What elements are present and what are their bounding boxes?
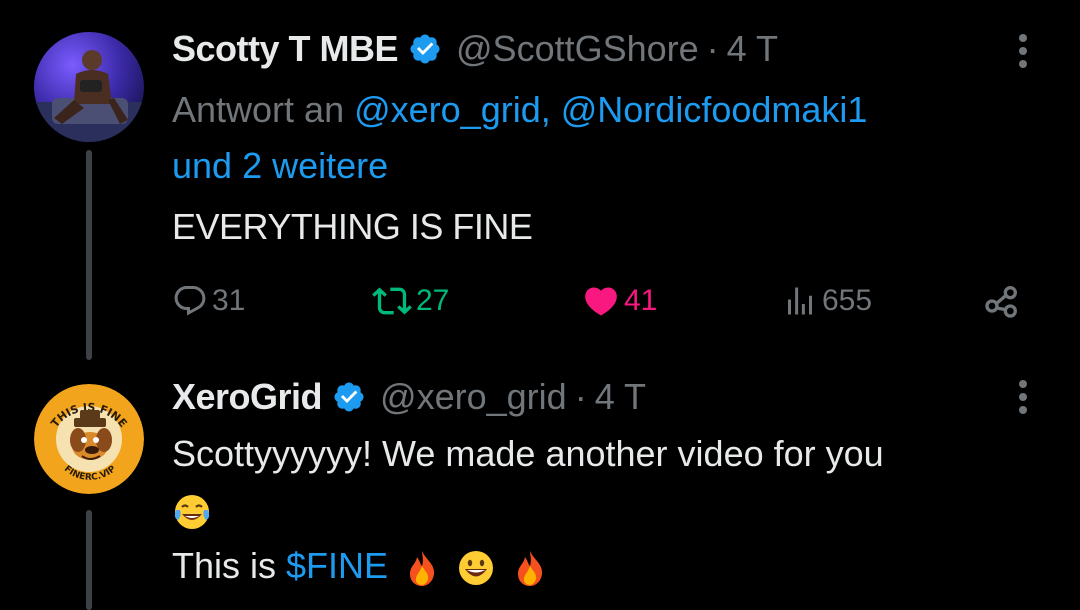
thread-line <box>86 150 92 360</box>
tweet-header: Scotty T MBE @ScottGShore · 4 T <box>172 27 778 71</box>
retweet-button[interactable]: 27 <box>372 276 449 326</box>
cashtag-link[interactable]: $FINE <box>286 545 388 586</box>
reply-mentions[interactable]: @xero_grid, @Nordicfoodmaki1 <box>354 89 867 130</box>
tweet-text-line1: Scottyyyyyy! We made another video for y… <box>172 433 884 474</box>
reply-icon <box>174 286 206 316</box>
separator-dot: · <box>574 376 587 417</box>
fire-emoji-icon <box>410 551 435 587</box>
thread-line <box>86 510 92 610</box>
avatar-xerogrid[interactable]: THIS IS FINE FINERC.VIP <box>34 384 144 494</box>
reply-prefix: Antwort an <box>172 89 345 130</box>
display-name[interactable]: XeroGrid <box>172 376 323 418</box>
action-bar: 31 27 41 655 <box>0 276 1080 326</box>
views-icon <box>788 287 812 315</box>
reply-count: 31 <box>212 284 246 317</box>
share-button[interactable] <box>982 276 1022 326</box>
user-handle[interactable]: @xero_grid <box>380 376 567 418</box>
retweet-icon <box>372 287 412 315</box>
reply-context: Antwort an @xero_grid, @Nordicfoodmaki1 … <box>172 82 1032 194</box>
like-count: 41 <box>624 284 658 317</box>
more-options-icon[interactable] <box>1016 380 1030 420</box>
tweet-xerogrid[interactable]: THIS IS FINE FINERC.VIP XeroGrid @xero_g… <box>0 360 1080 610</box>
tears-of-joy-emoji-icon <box>174 495 210 530</box>
view-count: 655 <box>822 284 873 317</box>
avatar-scotty[interactable] <box>34 32 144 142</box>
fire-emoji-icon <box>518 551 543 587</box>
separator-dot: · <box>706 28 719 69</box>
display-name[interactable]: Scotty T MBE <box>172 28 399 70</box>
tweet-text: EVERYTHING IS FINE <box>172 206 533 247</box>
verified-badge-icon <box>410 34 440 64</box>
user-handle[interactable]: @ScottGShore <box>456 28 699 70</box>
tweet-text: Scottyyyyyy! We made another video for y… <box>172 426 1032 594</box>
views-button[interactable]: 655 <box>782 276 872 326</box>
reply-more-link[interactable]: und 2 weitere <box>172 145 388 186</box>
retweet-count: 27 <box>416 284 450 317</box>
heart-icon <box>585 287 617 316</box>
timestamp[interactable]: 4 T <box>595 376 646 418</box>
grinning-face-emoji-icon <box>459 551 494 586</box>
verified-badge-icon <box>334 382 364 412</box>
like-button[interactable]: 41 <box>582 276 657 326</box>
more-options-icon[interactable] <box>1016 34 1030 74</box>
reply-button[interactable]: 31 <box>172 276 245 326</box>
tweet-text-line3-prefix: This is <box>172 545 277 586</box>
tweet-header: XeroGrid @xero_grid · 4 T <box>172 375 646 419</box>
tweet-scotty[interactable]: Scotty T MBE @ScottGShore · 4 T Antwort … <box>0 0 1080 360</box>
timestamp[interactable]: 4 T <box>727 28 778 70</box>
share-icon <box>985 286 1017 318</box>
